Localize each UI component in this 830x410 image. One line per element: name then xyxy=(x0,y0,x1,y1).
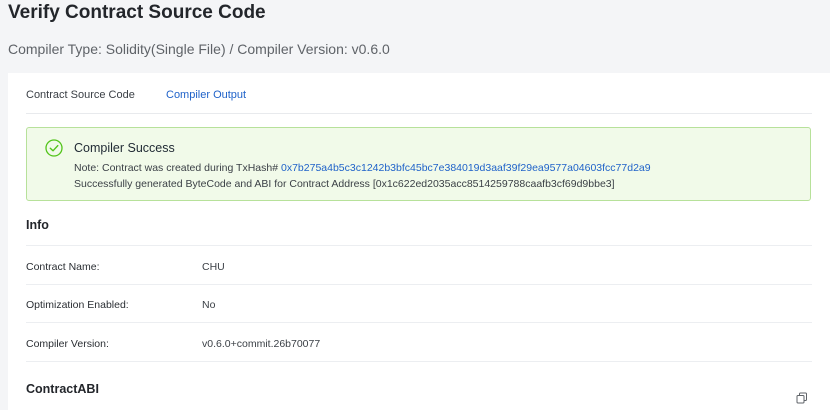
divider xyxy=(26,361,812,362)
info-row-optimization: Optimization Enabled: No xyxy=(26,297,812,317)
page-subtitle: Compiler Type: Solidity(Single File) / C… xyxy=(8,41,390,57)
alert-title: Compiler Success xyxy=(74,141,175,155)
info-label: Optimization Enabled: xyxy=(26,299,129,311)
contract-abi-title: ContractABI xyxy=(26,382,99,396)
copy-icon[interactable] xyxy=(796,391,808,404)
alert-note-prefix: Note: Contract was created during TxHash… xyxy=(74,162,281,174)
divider xyxy=(26,245,812,246)
check-circle-icon xyxy=(45,139,63,157)
alert-success-text: Successfully generated ByteCode and ABI … xyxy=(74,178,615,190)
divider xyxy=(26,284,812,285)
info-value: CHU xyxy=(202,261,225,273)
divider xyxy=(26,322,812,323)
page-title: Verify Contract Source Code xyxy=(8,2,266,23)
tab-compiler-output[interactable]: Compiler Output xyxy=(166,87,246,103)
info-label: Compiler Version: xyxy=(26,338,109,350)
alert-note: Note: Contract was created during TxHash… xyxy=(74,161,651,175)
compiler-success-alert: Compiler Success Note: Contract was crea… xyxy=(26,127,811,201)
verify-card: Contract Source Code Compiler Output Com… xyxy=(8,73,830,410)
tx-hash-link[interactable]: 0x7b275a4b5c3c1242b3bfc45bc7e384019d3aaf… xyxy=(281,162,651,174)
info-row-compiler-version: Compiler Version: v0.6.0+commit.26b70077 xyxy=(26,336,812,356)
info-section-title: Info xyxy=(26,218,49,232)
info-row-contract-name: Contract Name: CHU xyxy=(26,259,812,279)
tabs-divider xyxy=(26,113,812,114)
tab-contract-source-code[interactable]: Contract Source Code xyxy=(26,87,135,103)
info-label: Contract Name: xyxy=(26,261,100,273)
info-value: v0.6.0+commit.26b70077 xyxy=(202,338,321,350)
info-value: No xyxy=(202,299,216,311)
